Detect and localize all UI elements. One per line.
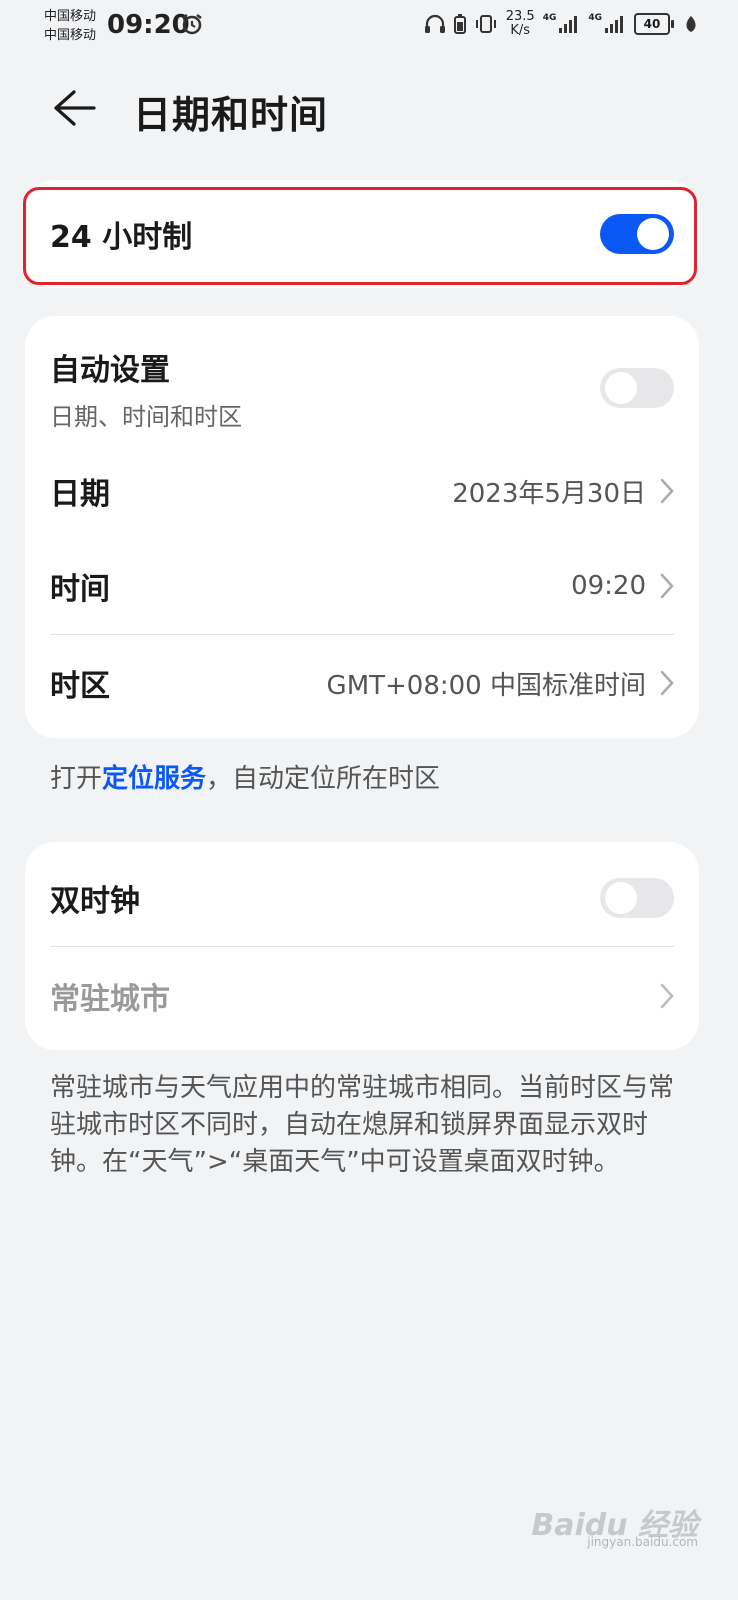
signal-1-icon: [559, 16, 578, 33]
timezone-label: 时区: [50, 669, 110, 704]
network-speed: 23.5 K/s: [506, 10, 535, 38]
home-city-row[interactable]: 常驻城市: [50, 948, 674, 1044]
page-title: 日期和时间: [133, 93, 329, 137]
earbuds-battery-icon: [453, 14, 466, 34]
auto-set-label: 自动设置: [50, 352, 170, 388]
divider: [50, 946, 674, 947]
home-city-label: 常驻城市: [50, 982, 170, 1017]
dual-clock-toggle[interactable]: [600, 878, 674, 918]
location-hint: 打开定位服务，自动定位所在时区: [50, 758, 440, 795]
date-row[interactable]: 日期 2023年5月30日: [50, 451, 674, 531]
dual-clock-label: 双时钟: [50, 884, 140, 919]
chevron-right-icon: [660, 670, 674, 696]
time-label: 时间: [50, 572, 110, 607]
carrier-info: 中国移动 中国移动: [44, 7, 96, 45]
auto-set-row[interactable]: 自动设置 日期、时间和时区: [50, 338, 674, 438]
carrier-2: 中国移动: [44, 28, 97, 43]
highlight-box: [23, 187, 697, 285]
dual-clock-row[interactable]: 双时钟: [50, 850, 674, 946]
network-speed-value: 23.5: [505, 9, 535, 24]
time-value: 09:20: [571, 571, 646, 601]
location-hint-suffix: ，自动定位所在时区: [206, 764, 441, 794]
auto-set-subtitle: 日期、时间和时区: [50, 402, 242, 431]
chevron-right-icon: [660, 573, 674, 599]
dual-clock-card: 双时钟 常驻城市: [25, 842, 699, 1050]
toggle-knob: [605, 372, 637, 404]
alarm-icon: [182, 14, 202, 35]
location-service-link[interactable]: 定位服务: [102, 764, 206, 794]
divider: [50, 634, 674, 635]
auto-settings-card: 自动设置 日期、时间和时区 日期 2023年5月30日 时间 09:20 时区 …: [25, 316, 699, 738]
location-hint-prefix: 打开: [50, 764, 103, 794]
dual-clock-note: 常驻城市与天气应用中的常驻城市相同。当前时区与常驻城市时区不同时，自动在熄屏和锁…: [50, 1073, 675, 1177]
date-value: 2023年5月30日: [452, 478, 646, 509]
timezone-value: GMT+08:00 中国标准时间: [326, 670, 646, 701]
signal-2-label: 4G: [588, 13, 602, 23]
chevron-right-icon: [660, 478, 674, 504]
signal-2-icon: [605, 16, 623, 33]
time-row[interactable]: 时间 09:20: [50, 546, 674, 626]
status-bar: 中国移动 中国移动 09:20 23.5 K/s 4G 4G 40: [0, 0, 738, 50]
power-saving-leaf-icon: [686, 16, 696, 32]
baidu-watermark-url: jingyan.baidu.com: [587, 1535, 698, 1549]
timezone-row[interactable]: 时区 GMT+08:00 中国标准时间: [50, 643, 674, 723]
signal-1-label: 4G: [542, 13, 557, 23]
status-clock: 09:20: [107, 10, 190, 40]
carrier-1: 中国移动: [44, 9, 97, 24]
network-speed-unit: K/s: [510, 23, 531, 38]
battery-indicator: 40: [634, 13, 674, 35]
headphones-icon: [424, 14, 445, 33]
chevron-right-icon: [660, 983, 674, 1009]
auto-set-toggle[interactable]: [600, 368, 674, 408]
status-icons: 23.5 K/s 4G 4G 40: [424, 10, 698, 38]
back-arrow-icon[interactable]: [52, 88, 96, 128]
toggle-knob: [605, 882, 637, 914]
vibrate-icon: [475, 15, 496, 33]
date-label: 日期: [50, 477, 110, 512]
